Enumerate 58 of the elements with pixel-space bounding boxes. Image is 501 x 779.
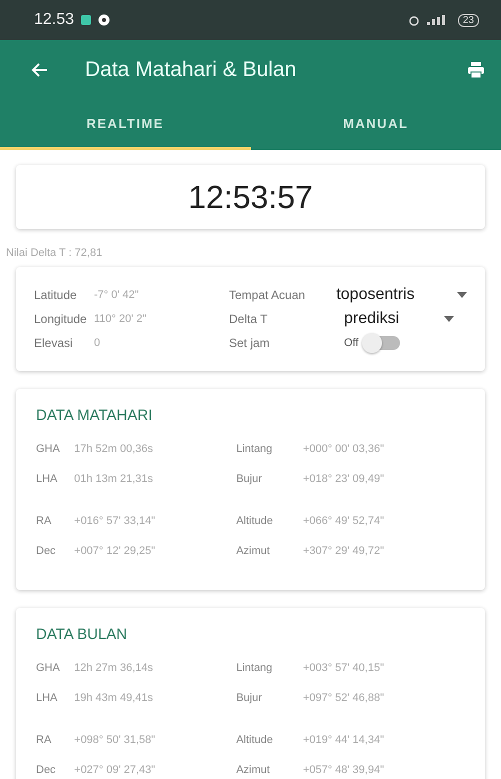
data-label: LHA xyxy=(36,473,58,485)
data-label: Bujur xyxy=(236,473,263,485)
data-label: LHA xyxy=(36,692,58,704)
data-value: 19h 43m 49,41s xyxy=(74,692,154,704)
data-label: Dec xyxy=(36,545,57,557)
data-value: +016° 57' 33,14" xyxy=(74,515,156,527)
data-label: Altitude xyxy=(236,515,274,527)
status-time: 12.53 xyxy=(34,11,74,29)
data-value: +018° 23' 09,49" xyxy=(302,473,385,485)
toggle-switch[interactable] xyxy=(364,336,400,350)
data-label: Azimut xyxy=(236,545,271,557)
screen-title: Data Matahari & Bulan xyxy=(85,58,298,82)
data-value: +097° 52' 46,88" xyxy=(302,692,385,704)
caret-icon xyxy=(444,316,454,322)
setting-value: 0 xyxy=(94,337,100,349)
data-label: RA xyxy=(36,734,52,746)
setting-value: 110° 20' 2" xyxy=(94,313,146,325)
clock-time: 12:53:57 xyxy=(188,178,313,216)
data-label: Azimut xyxy=(236,764,271,776)
print-icon[interactable] xyxy=(467,61,485,79)
data-label: RA xyxy=(36,515,52,527)
data-label: Altitude xyxy=(236,734,274,746)
tab[interactable]: REALTIME xyxy=(0,100,250,150)
setting-label: Latitude xyxy=(34,288,78,302)
data-value: +307° 29' 49,72" xyxy=(302,545,385,557)
dropdown[interactable]: toposentris xyxy=(336,286,467,304)
data-value: +007° 12' 29,25" xyxy=(74,545,156,557)
gallery-icon xyxy=(80,14,92,26)
data-label: Bujur xyxy=(236,692,263,704)
setting-label: Delta T xyxy=(229,312,268,326)
data-label: Lintang xyxy=(236,443,274,455)
data-value: +027° 09' 27,43" xyxy=(74,764,156,776)
data-value: +098° 50' 31,58" xyxy=(74,734,156,746)
switch-label: Off xyxy=(344,337,358,349)
data-value: 12h 27m 36,14s xyxy=(74,662,154,674)
data-value: 17h 52m 00,36s xyxy=(74,443,154,455)
tab[interactable]: MANUAL xyxy=(250,100,501,150)
data-label: Dec xyxy=(36,764,57,776)
setting-label: Elevasi xyxy=(34,336,74,350)
delta-t-note: Nilai Delta T : 72,81 xyxy=(6,247,104,259)
data-label: Lintang xyxy=(236,662,274,674)
data-label: GHA xyxy=(36,662,61,674)
caret-icon xyxy=(457,292,467,298)
setting-label: Tempat Acuan xyxy=(229,288,306,302)
setting-label: Longitude xyxy=(34,312,88,326)
data-value: +000° 00' 03,36" xyxy=(302,443,385,455)
data-value: +057° 48' 39,94" xyxy=(302,764,385,776)
battery-level: 23 xyxy=(458,14,479,26)
data-value: +066° 49' 52,74" xyxy=(302,515,385,527)
data-label: GHA xyxy=(36,443,61,455)
section-title: DATA BULAN xyxy=(36,626,128,643)
dropdown[interactable]: prediksi xyxy=(344,310,454,328)
data-value: +019° 44' 14,34" xyxy=(302,734,385,746)
section-title: DATA MATAHARI xyxy=(36,407,154,424)
setting-value: -7° 0' 42" xyxy=(94,289,139,301)
data-value: 01h 13m 21,31s xyxy=(74,473,154,485)
setting-label: Set jam xyxy=(229,336,271,350)
data-value: +003° 57' 40,15" xyxy=(302,662,385,674)
